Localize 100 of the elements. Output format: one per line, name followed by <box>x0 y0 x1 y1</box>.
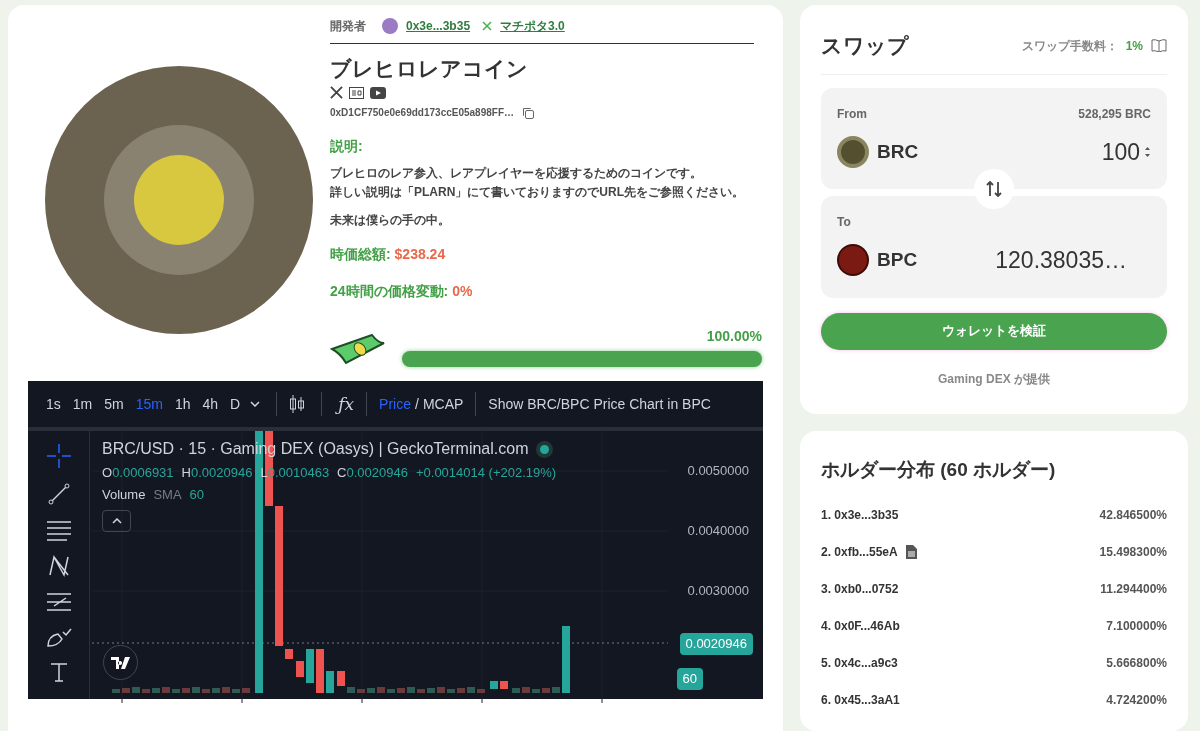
holder-share: 5.666800% <box>1106 655 1167 672</box>
volume-bar <box>437 687 445 694</box>
contract-address: 0xD1CF750e0e69dd173ccE05a898FF… <box>330 106 514 121</box>
description-text: ブレヒロのレア参入、レアプレイヤーを応援するためのコインです。 <box>330 165 703 182</box>
volume-bar <box>212 688 220 694</box>
holder-address: 2. 0xfb...55eA <box>821 544 898 561</box>
volume-bar <box>407 687 415 694</box>
ohlc-value: C0.0020946 <box>337 464 408 483</box>
volume-bar <box>397 688 405 694</box>
brush-icon[interactable] <box>45 626 72 649</box>
volume-bar <box>532 689 540 694</box>
holder-address: 5. 0x4c...a9c3 <box>821 655 898 672</box>
candles-icon[interactable] <box>289 394 306 415</box>
copy-icon[interactable] <box>522 106 534 119</box>
ohlc-value: H0.0020946 <box>181 464 253 483</box>
candle <box>296 661 304 678</box>
interval-tab[interactable]: 1m <box>66 393 99 415</box>
volume-bar <box>387 689 395 694</box>
document-icon[interactable] <box>349 86 364 99</box>
x-icon[interactable] <box>330 86 343 100</box>
provider-text: Gaming DEX が提供 <box>938 371 1050 386</box>
candle <box>490 681 498 690</box>
to-label: To <box>837 215 851 229</box>
developer-address-link[interactable]: 0x3e...3b35 <box>406 17 471 35</box>
holder-share: 15.498300% <box>1099 544 1167 561</box>
price-change: 24時間の価格変動: 0% <box>330 283 473 300</box>
description-text: 未来は僕らの手の中。 <box>330 212 451 229</box>
volume-bar <box>542 688 550 694</box>
volume-bar <box>112 689 120 694</box>
token-symbol[interactable]: BPC <box>877 246 918 275</box>
interval-tab[interactable]: 4h <box>196 393 225 415</box>
balance: 528,295 BRC <box>1078 105 1151 123</box>
price-mode-toggle[interactable]: Price <box>379 393 411 415</box>
sma-value: 60 <box>189 485 204 504</box>
token-name: ブレヒロレアコイン <box>330 56 529 82</box>
volume-bar <box>172 689 180 694</box>
volume-bar <box>347 687 355 694</box>
pair-chart-button[interactable]: Show BRC/BPC Price Chart in BPC <box>488 393 711 415</box>
x-icon <box>482 21 493 31</box>
from-label: From <box>837 105 867 123</box>
parallel-lines-icon[interactable] <box>45 519 72 542</box>
volume-bar <box>242 688 250 694</box>
volume-label: Volume <box>102 485 146 504</box>
volume-bar <box>367 688 375 694</box>
ohlc-value: O0.0006931 <box>102 464 174 483</box>
holder-share: 42.846500% <box>1099 507 1167 524</box>
separator-text: / <box>414 394 420 414</box>
volume-bar <box>552 687 560 694</box>
holder-share: 7.100000% <box>1106 618 1167 635</box>
fee-label: スワップ手数料： <box>1021 37 1118 55</box>
holder-address: 1. 0x3e...3b35 <box>821 507 899 524</box>
y-axis-label: 0.0040000 <box>687 522 749 541</box>
candle <box>316 649 324 694</box>
price-mode-toggle[interactable]: MCAP <box>422 393 464 415</box>
volume-bar <box>202 689 210 694</box>
x-handle-link[interactable]: マチポタ3.0 <box>500 17 565 35</box>
chevron-down-icon[interactable] <box>250 401 261 408</box>
volume-bar <box>122 688 130 694</box>
volume-bar <box>522 687 530 694</box>
interval-tab[interactable]: D <box>224 393 247 415</box>
interval-tab[interactable]: 15m <box>129 393 169 415</box>
interval-tab[interactable]: 1s <box>40 393 67 415</box>
amount-field[interactable]: 100 <box>1060 134 1140 169</box>
volume-bar <box>377 687 385 694</box>
holder-share: 11.294400% <box>1100 581 1167 598</box>
market-cap: 時価総額: $238.24 <box>330 246 446 263</box>
crosshair-icon[interactable] <box>45 443 72 470</box>
line-tool-icon[interactable] <box>46 482 71 507</box>
volume-bar <box>222 687 230 694</box>
volume-bar <box>357 689 365 694</box>
volume-bar <box>512 688 520 694</box>
candle <box>306 649 314 684</box>
collapse-button[interactable] <box>102 510 131 533</box>
token-symbol[interactable]: BRC <box>877 137 919 166</box>
holder-address: 4. 0x0F...46Ab <box>821 618 900 635</box>
volume-bar <box>457 688 465 694</box>
volume-bar <box>152 688 160 694</box>
candle <box>562 626 570 694</box>
y-axis-label: 0.0050000 <box>687 462 749 481</box>
volume-bar <box>417 689 425 694</box>
volume-bar <box>132 687 140 694</box>
video-icon[interactable] <box>370 86 386 99</box>
interval-tab[interactable]: 1h <box>168 393 197 415</box>
description-text: 詳しい説明は「PLARN」にて書いておりますのでURL先をご参照ください。 <box>330 184 745 201</box>
volume-bar <box>142 689 150 694</box>
text-tool-icon[interactable] <box>48 661 69 684</box>
tradingview-logo[interactable] <box>103 645 138 681</box>
spinner-icon <box>1144 144 1151 159</box>
pattern-tool-icon[interactable] <box>46 554 71 579</box>
output-amount: 120.38035… <box>995 246 1127 275</box>
volume-bar <box>232 689 240 694</box>
swap-title: スワップ <box>821 33 909 59</box>
book-icon[interactable] <box>1151 39 1167 53</box>
holder-address: 3. 0xb0...0752 <box>821 581 899 598</box>
brc-token-icon <box>837 135 869 168</box>
fibonacci-icon[interactable] <box>45 591 72 614</box>
developer-label: 開発者 <box>330 18 366 35</box>
volume-bar <box>447 689 455 694</box>
interval-tab[interactable]: 5m <box>98 393 130 415</box>
holder-address: 6. 0x45...3aA1 <box>821 692 900 709</box>
